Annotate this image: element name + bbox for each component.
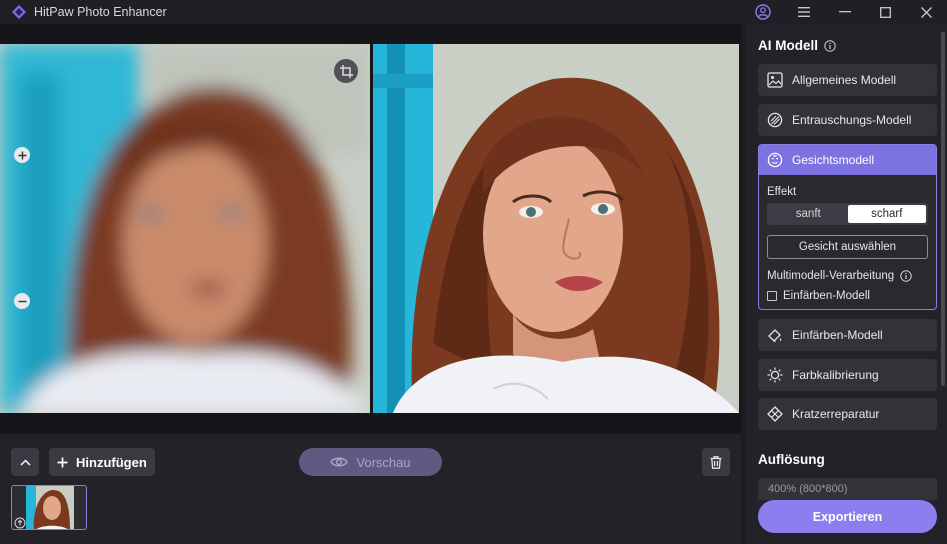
- colorize-checkbox-row[interactable]: Einfärben-Modell: [767, 290, 870, 302]
- image-icon: [766, 71, 784, 89]
- model-general-label: Allgemeines Modell: [792, 73, 897, 87]
- color-calibration-icon: [766, 366, 784, 384]
- maximize-icon[interactable]: [865, 0, 906, 24]
- enhanced-image: [373, 44, 739, 413]
- plus-icon: [57, 457, 68, 467]
- effect-toggle[interactable]: sanft scharf: [767, 203, 928, 225]
- menu-icon[interactable]: [783, 0, 824, 24]
- model-denoise[interactable]: Entrauschungs-Modell: [758, 104, 937, 136]
- model-color-calibration[interactable]: Farbkalibrierung: [758, 359, 937, 391]
- resolution-value: 400% (800*800): [768, 483, 848, 495]
- colorize-checkbox[interactable]: [767, 291, 777, 301]
- ai-model-title: AI Modell: [758, 38, 818, 53]
- model-general[interactable]: Allgemeines Modell: [758, 64, 937, 96]
- resolution-heading: Auflösung: [758, 452, 825, 467]
- zoom-out-icon[interactable]: [14, 293, 30, 309]
- export-button[interactable]: Exportieren: [758, 500, 937, 533]
- delete-button[interactable]: [702, 448, 730, 476]
- model-denoise-label: Entrauschungs-Modell: [792, 113, 912, 127]
- multimodel-label: Multimodell-Verarbeitung: [767, 270, 895, 282]
- image-thumbnail[interactable]: [11, 485, 87, 530]
- account-icon[interactable]: [742, 0, 783, 24]
- app-logo-icon: [12, 5, 26, 19]
- model-color-calibration-label: Farbkalibrierung: [792, 368, 879, 382]
- title-bar: HitPaw Photo Enhancer: [0, 0, 947, 24]
- bottom-toolbar: Hinzufügen Vorschau: [0, 434, 741, 544]
- model-scratch-repair-label: Kratzerreparatur: [792, 407, 880, 421]
- scratch-repair-icon: [766, 405, 784, 423]
- zoom-in-icon[interactable]: [14, 147, 30, 163]
- crop-icon[interactable]: [334, 59, 358, 83]
- preview-button[interactable]: Vorschau: [299, 448, 442, 476]
- trash-icon: [710, 455, 722, 469]
- model-face-label: Gesichtsmodell: [792, 153, 875, 167]
- colorize-icon: [766, 326, 784, 344]
- select-face-button[interactable]: Gesicht auswählen: [767, 235, 928, 259]
- original-image: [0, 44, 370, 413]
- chevron-up-icon: [19, 458, 31, 466]
- info-icon[interactable]: [900, 270, 912, 282]
- info-icon[interactable]: [824, 39, 836, 52]
- close-icon[interactable]: [906, 0, 947, 24]
- eye-icon: [330, 457, 349, 467]
- colorize-checkbox-label: Einfärben-Modell: [783, 290, 870, 302]
- panel-scrollbar[interactable]: [941, 32, 945, 386]
- add-button[interactable]: Hinzufügen: [49, 448, 155, 476]
- image-canvas[interactable]: [0, 24, 741, 434]
- model-colorize[interactable]: Einfärben-Modell: [758, 319, 937, 351]
- model-face-header[interactable]: Gesichtsmodell: [759, 145, 936, 175]
- resolution-select[interactable]: 400% (800*800): [758, 478, 937, 500]
- minimize-icon[interactable]: [824, 0, 865, 24]
- collapse-button[interactable]: [11, 448, 39, 476]
- model-colorize-label: Einfärben-Modell: [792, 328, 883, 342]
- app-title: HitPaw Photo Enhancer: [34, 5, 167, 19]
- model-scratch-repair[interactable]: Kratzerreparatur: [758, 398, 937, 430]
- denoise-icon: [766, 111, 784, 129]
- face-icon: [766, 151, 784, 169]
- model-face[interactable]: Gesichtsmodell Effekt sanft scharf Gesic…: [758, 144, 937, 310]
- effect-option-sharp[interactable]: scharf: [847, 205, 926, 223]
- multimodel-heading: Multimodell-Verarbeitung: [767, 270, 912, 282]
- preview-button-label: Vorschau: [356, 454, 411, 470]
- add-button-label: Hinzufügen: [76, 454, 147, 470]
- effect-label: Effekt: [767, 186, 797, 198]
- ai-model-heading: AI Modell: [758, 38, 836, 53]
- effect-option-soft[interactable]: sanft: [769, 205, 848, 223]
- resolution-title: Auflösung: [758, 452, 825, 467]
